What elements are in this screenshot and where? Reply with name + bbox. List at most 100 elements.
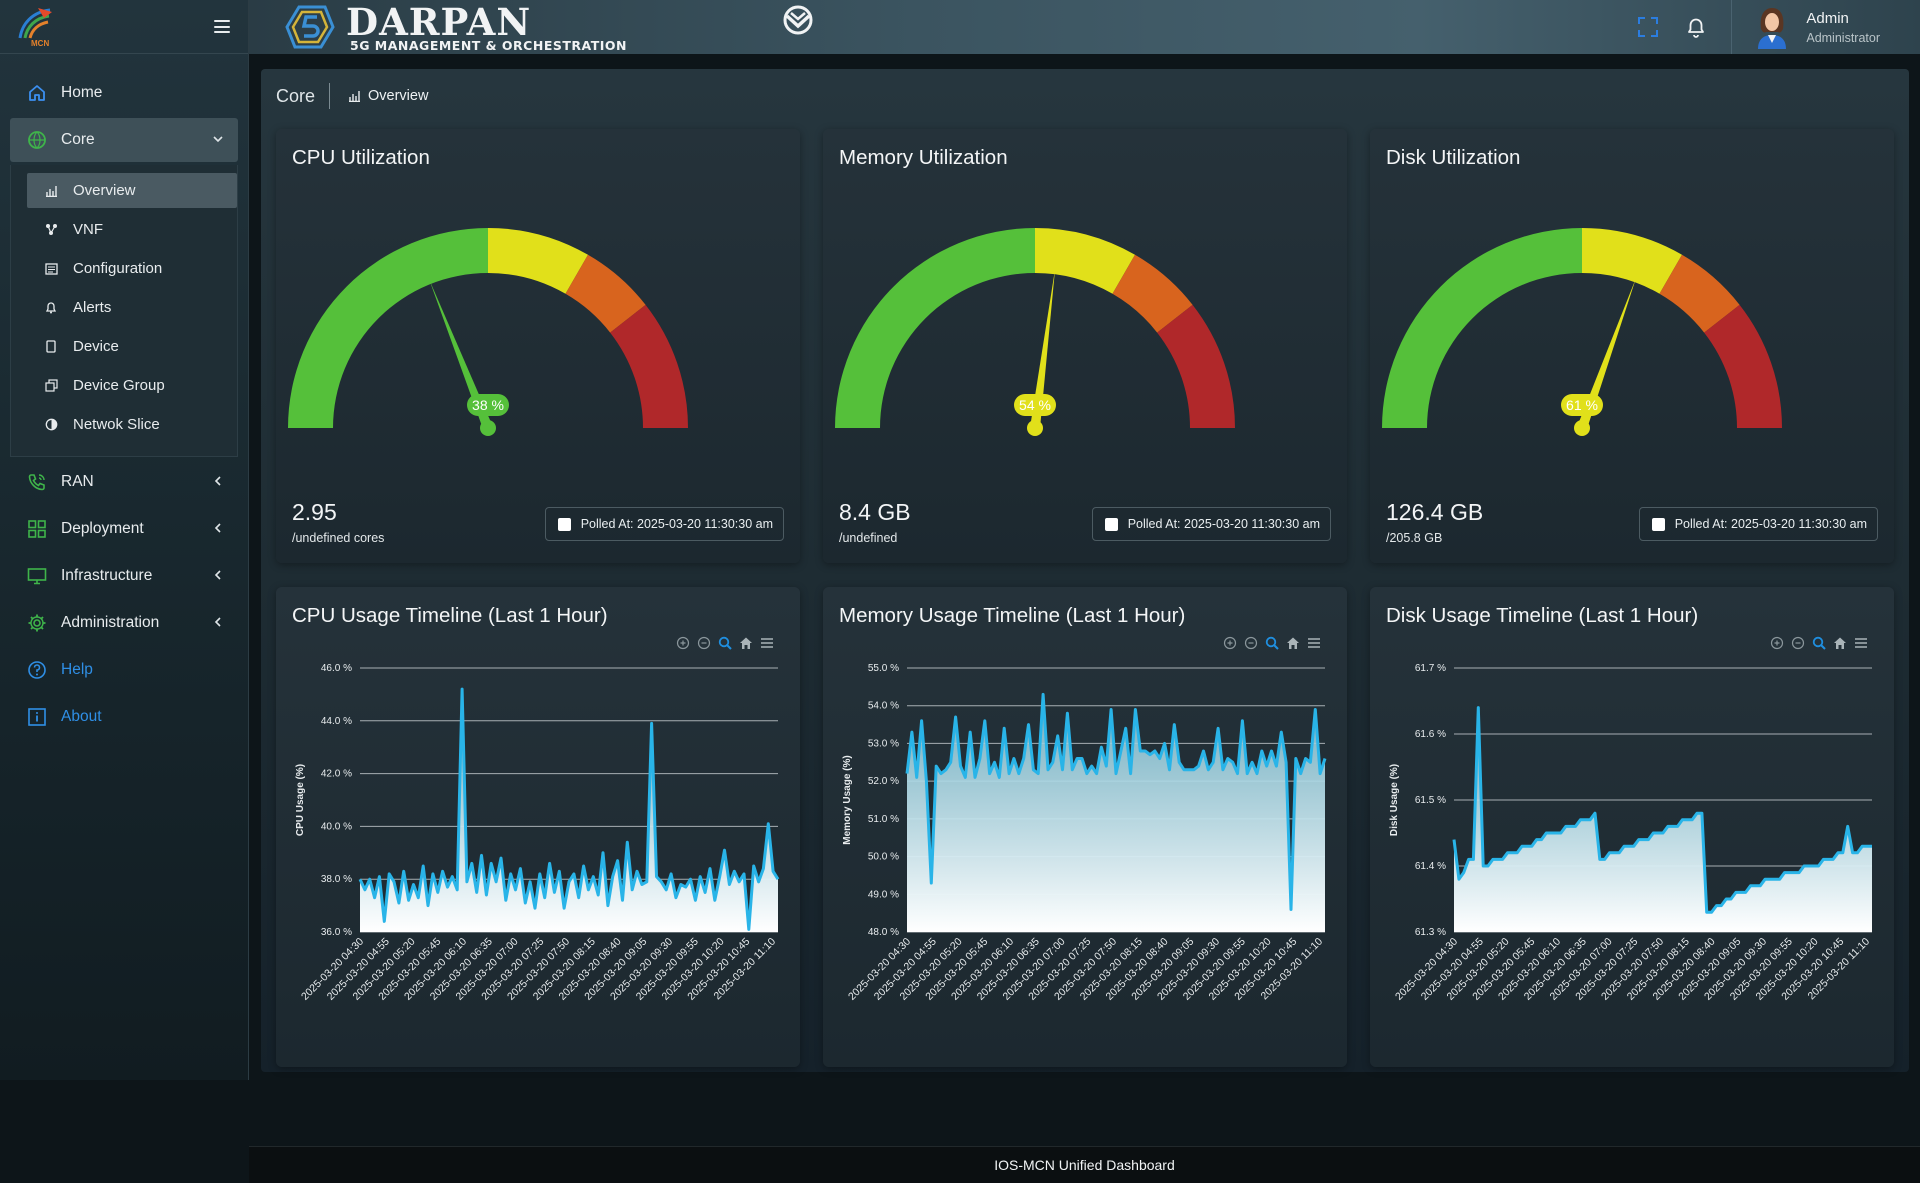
submenu-item-device-group[interactable]: Device Group [27,368,237,403]
y-axis-title: Disk Usage (%) [1389,764,1400,836]
checkbox[interactable] [1651,517,1665,531]
bar-chart-icon [349,91,361,102]
sidebar-item-home[interactable]: Home [10,71,238,115]
checkbox[interactable] [557,517,571,531]
breadcrumb-current-label: Overview [368,88,429,104]
notification-bell-icon[interactable] [1683,14,1709,40]
sidebar-item-help[interactable]: Help [10,648,238,692]
submenu-item-overview[interactable]: Overview [27,173,237,208]
gauge-value-label: 61 % [1566,397,1598,413]
y-tick-label: 46.0 % [321,663,352,674]
bar-chart-icon [43,185,59,197]
polled-at-toggle[interactable]: Polled At: 2025-03-20 11:30:30 am [1091,507,1331,541]
chevron-left-icon [212,568,224,586]
y-tick-label: 53.0 % [868,738,899,749]
y-tick-label: 52.0 % [868,776,899,787]
gear-icon [26,612,48,634]
sidebar-item-label: Home [61,84,103,101]
polled-at-label: Polled At: 2025-03-20 11:30:30 am [580,517,773,531]
gauge-value-label: 38 % [472,397,504,413]
cpu-gauge: 38 % [288,228,688,436]
checkbox[interactable] [1104,517,1118,531]
submenu-item-label: Netwok Slice [73,416,160,433]
breadcrumb-current: Overview [348,88,428,104]
avatar [1752,5,1792,49]
cpu-usage-chart: 46.0 % 44.0 % 42.0 % 40.0 % 38.0 % 36.0 % CPU … [295,663,780,1003]
card-title: Memory Utilization [839,146,1008,169]
chevron-left-icon [212,521,224,539]
mcn-logo[interactable]: MCN [16,4,56,50]
sidebar-item-label: Help [61,661,93,678]
sidebar-item-core[interactable]: Core [10,118,238,162]
submenu-item-label: Alerts [73,299,112,316]
darpan-emblem-icon [777,4,819,36]
card-title: CPU Usage Timeline (Last 1 Hour) [292,604,608,627]
footer: IOS-MCN Unified Dashboard [249,1146,1920,1183]
sidebar-item-ran[interactable]: RAN [10,460,238,504]
gauge-needle-hub [1574,420,1590,436]
fullscreen-icon[interactable] [1635,14,1661,40]
y-tick-label: 40.0 % [321,821,352,832]
y-tick-label: 61.7 % [1415,663,1446,674]
y-tick-label: 61.6 % [1415,729,1446,740]
main-content: Core Overview CPU Utilization 38 % 2.95 … [261,69,1909,1072]
user-name: Admin [1806,9,1849,27]
globe-icon [26,129,48,151]
memory-gauge: 54 % [835,228,1235,436]
disk-utilization-card: Disk Utilization 61 % 126.4 GB /205.8 GB… [1370,129,1894,563]
gauge-needle-hub [480,420,496,436]
sidebar-item-about[interactable]: About [10,695,238,739]
y-tick-label: 42.0 % [321,769,352,780]
sidebar-item-infrastructure[interactable]: Infrastructure [10,554,238,598]
submenu-item-device[interactable]: Device [27,329,237,364]
series-area [907,694,1325,932]
gauge-band [288,228,488,428]
disk-gauge: 61 % [1382,228,1782,436]
disk-capacity: /205.8 GB [1386,531,1443,545]
user-role: Administrator [1806,30,1880,45]
card-title: Disk Usage Timeline (Last 1 Hour) [1386,604,1699,627]
memory-capacity: /undefined [839,531,898,545]
submenu-item-vnf[interactable]: VNF [27,212,237,247]
device-group-icon [43,379,59,392]
polled-at-toggle[interactable]: Polled At: 2025-03-20 11:30:30 am [544,507,784,541]
chevron-left-icon [212,474,224,492]
y-tick-label: 51.0 % [868,814,899,825]
submenu-item-network-slice[interactable]: Netwok Slice [27,407,237,442]
y-tick-label: 38.0 % [321,874,352,885]
y-axis-title: CPU Usage (%) [295,764,306,836]
sidebar-item-deployment[interactable]: Deployment [10,507,238,551]
submenu-item-alerts[interactable]: Alerts [27,290,237,325]
polled-at-toggle[interactable]: Polled At: 2025-03-20 11:30:30 am [1638,507,1878,541]
submenu-item-configuration[interactable]: Configuration [27,251,237,286]
submenu-item-label: Device Group [73,377,165,394]
chevron-left-icon [212,615,224,633]
cpu-value: 2.95 [292,499,337,525]
home-icon [26,82,48,104]
gauge-band [835,228,1035,428]
disk-timeline-card: Disk Usage Timeline (Last 1 Hour) 61.7 %… [1370,587,1894,1067]
sidebar-item-label: Administration [61,614,160,631]
footer-text: IOS-MCN Unified Dashboard [994,1157,1175,1173]
disk-usage-chart: 61.7 % 61.6 % 61.5 % 61.4 % 61.3 % Disk Usage… [1389,663,1872,1003]
monitor-icon [26,565,48,587]
disk-value: 126.4 GB [1386,499,1484,525]
sidebar-item-label: RAN [61,473,94,490]
sidebar-nav: Home Core Overview VNF Configuration Ale… [0,54,248,739]
polled-at-label: Polled At: 2025-03-20 11:30:30 am [1127,517,1320,531]
config-icon [43,262,59,275]
sidebar-item-administration[interactable]: Administration [10,601,238,645]
y-tick-label: 54.0 % [868,701,899,712]
header-actions: Admin Administrator [1635,0,1920,54]
user-menu[interactable]: Admin Administrator [1731,0,1920,54]
series-area [1454,707,1872,932]
menu-toggle-icon[interactable] [214,20,230,33]
darpan-logo-icon [277,2,337,52]
sidebar: MCN Home Core Overview VNF Configuration… [0,0,249,1080]
y-tick-label: 44.0 % [321,716,352,727]
breadcrumb-root[interactable]: Core [276,83,331,109]
network-icon [43,223,59,236]
grid-icon [26,518,48,540]
y-tick-label: 55.0 % [868,663,899,674]
cpu-utilization-card: CPU Utilization 38 % 2.95 /undefined cor… [276,129,800,563]
